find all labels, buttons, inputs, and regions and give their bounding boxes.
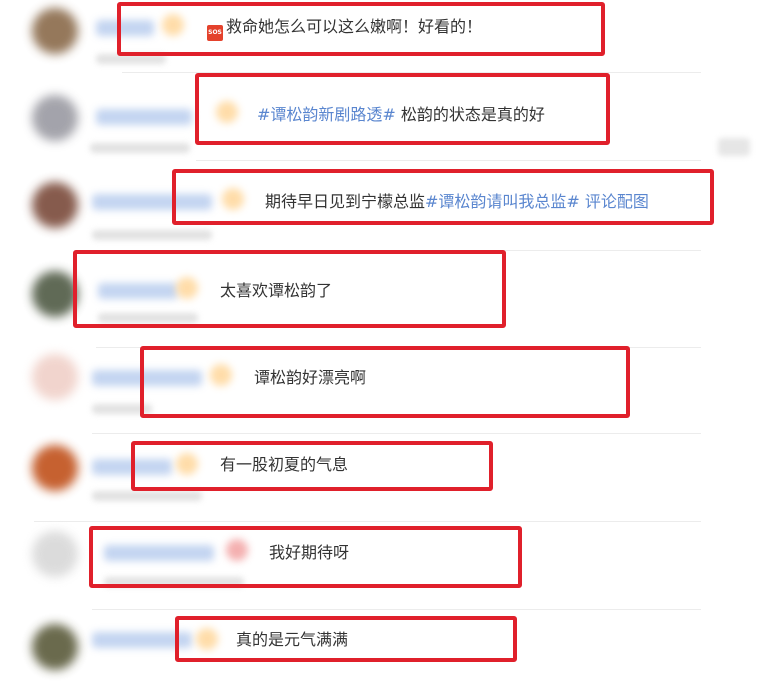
avatar[interactable]	[32, 445, 78, 491]
divider	[34, 521, 701, 522]
comment-meta	[92, 491, 202, 501]
avatar[interactable]	[32, 624, 78, 670]
highlight-box	[175, 616, 517, 662]
comment-row: 谭松韵好漂亮啊	[0, 346, 763, 435]
avatar[interactable]	[32, 8, 78, 54]
comment-row: 太喜欢谭松韵了	[0, 250, 763, 348]
highlight-box	[73, 250, 506, 328]
avatar[interactable]	[32, 95, 78, 141]
highlight-box	[117, 2, 605, 56]
comment-row: 期待早日见到宁檬总监#谭松韵请叫我总监# 评论配图	[0, 169, 763, 261]
comment-row: 真的是元气满满	[0, 610, 763, 697]
highlight-box	[140, 346, 630, 418]
comment-row: 有一股初夏的气息	[0, 435, 763, 522]
avatar[interactable]	[32, 531, 78, 577]
comment-meta	[90, 143, 190, 153]
comment-meta	[92, 230, 212, 240]
highlight-box	[131, 441, 493, 491]
divider	[196, 160, 701, 161]
more-icon[interactable]	[718, 138, 750, 156]
highlight-box	[172, 169, 714, 225]
avatar[interactable]	[32, 271, 78, 317]
highlight-box	[195, 73, 610, 145]
avatar[interactable]	[32, 182, 78, 228]
divider	[92, 433, 701, 434]
avatar[interactable]	[32, 354, 78, 400]
highlight-box	[89, 526, 522, 588]
comment-row: 我好期待呀	[0, 523, 763, 610]
username[interactable]	[96, 109, 192, 125]
